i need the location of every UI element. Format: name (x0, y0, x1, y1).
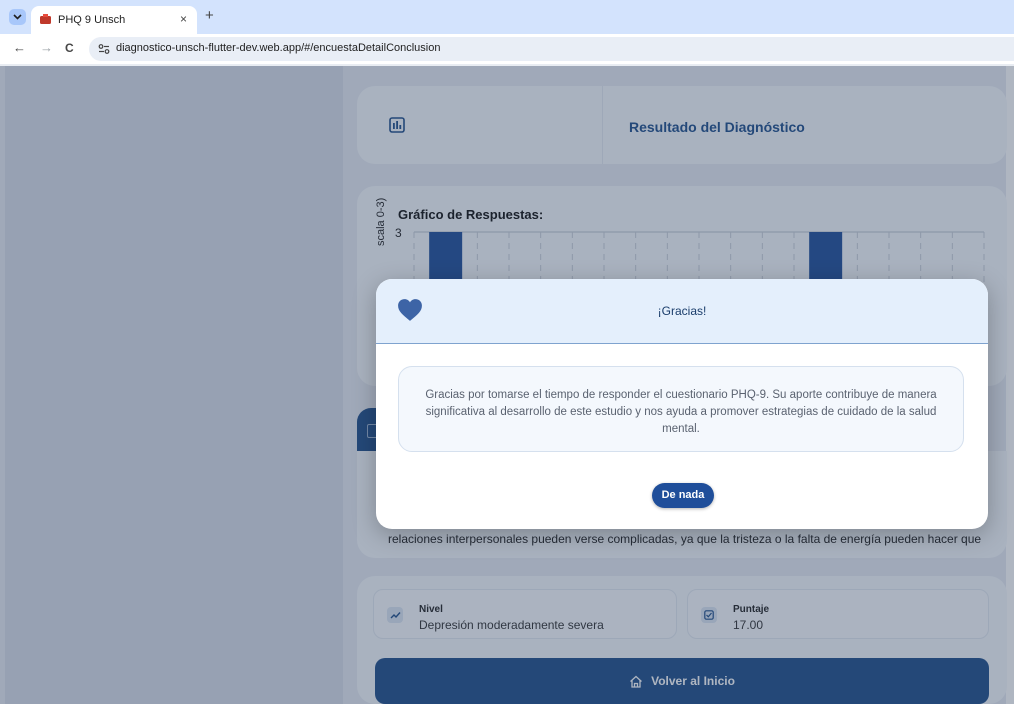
dialog-header: ¡Gracias! (376, 279, 988, 344)
forward-icon[interactable]: → (40, 41, 53, 55)
reload-icon[interactable]: C (65, 41, 74, 55)
favicon-icon (40, 14, 51, 24)
browser-tab-strip: PHQ 9 Unsch × + (0, 0, 1014, 34)
tab-search-button[interactable] (9, 9, 26, 25)
browser-toolbar: ← → C diagnostico-unsch-flutter-dev.web.… (0, 34, 1014, 64)
chevron-down-icon (13, 14, 22, 20)
site-settings-icon[interactable] (98, 43, 110, 55)
back-icon[interactable]: ← (13, 41, 26, 55)
tab-title: PHQ 9 Unsch (58, 14, 126, 26)
de-nada-button[interactable]: De nada (652, 483, 714, 508)
dialog-title: ¡Gracias! (657, 304, 707, 318)
url-text: diagnostico-unsch-flutter-dev.web.app/#/… (116, 42, 441, 54)
dialog-message: Gracias por tomarse el tiempo de respond… (398, 366, 964, 452)
address-bar[interactable]: diagnostico-unsch-flutter-dev.web.app/#/… (89, 37, 1014, 61)
new-tab-button[interactable]: + (205, 8, 214, 24)
close-tab-icon[interactable]: × (180, 12, 187, 26)
thanks-dialog: ¡Gracias! Gracias por tomarse el tiempo … (376, 279, 988, 529)
browser-tab[interactable]: PHQ 9 Unsch × (31, 6, 197, 34)
